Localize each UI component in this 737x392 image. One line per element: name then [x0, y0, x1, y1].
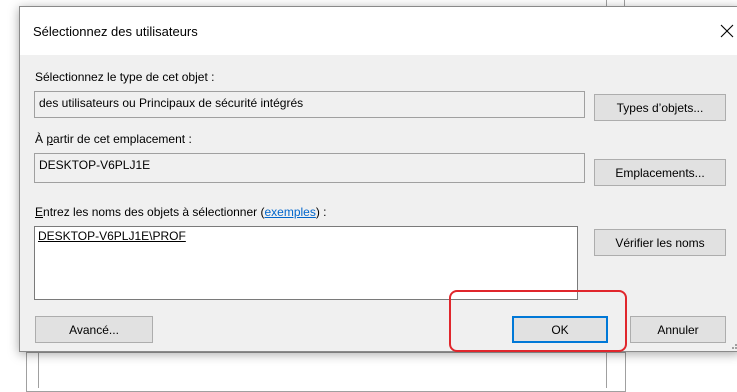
location-label: À partir de cet emplacement : [35, 132, 192, 146]
ok-highlight-annotation [449, 290, 627, 352]
title-bar: Sélectionnez des utilisateurs [20, 7, 737, 55]
object-type-label: Sélectionnez le type de cet objet : [35, 70, 215, 84]
object-types-button[interactable]: Types d’objets... [594, 94, 726, 121]
locations-button[interactable]: Emplacements... [594, 159, 726, 186]
background-window-edge [38, 352, 39, 388]
resize-grip-icon[interactable] [728, 339, 737, 349]
close-icon[interactable] [716, 19, 737, 43]
cancel-button[interactable]: Annuler [630, 316, 726, 343]
select-users-dialog: Sélectionnez des utilisateurs Sélectionn… [19, 6, 737, 352]
background-window-edge [606, 352, 607, 388]
examples-link[interactable]: exemples [264, 205, 315, 219]
dialog-title: Sélectionnez des utilisateurs [33, 24, 198, 39]
background-window-panel [26, 352, 626, 392]
advanced-button[interactable]: Avancé... [35, 316, 153, 343]
names-input[interactable]: DESKTOP-V6PLJ1E\PROF [34, 226, 578, 300]
location-field: DESKTOP-V6PLJ1E [34, 153, 585, 183]
resolved-name: DESKTOP-V6PLJ1E\PROF [38, 229, 186, 243]
object-type-field: des utilisateurs ou Principaux de sécuri… [34, 91, 585, 118]
names-label: Entrez les noms des objets à sélectionne… [35, 205, 327, 219]
check-names-button[interactable]: Vérifier les noms [594, 229, 726, 256]
